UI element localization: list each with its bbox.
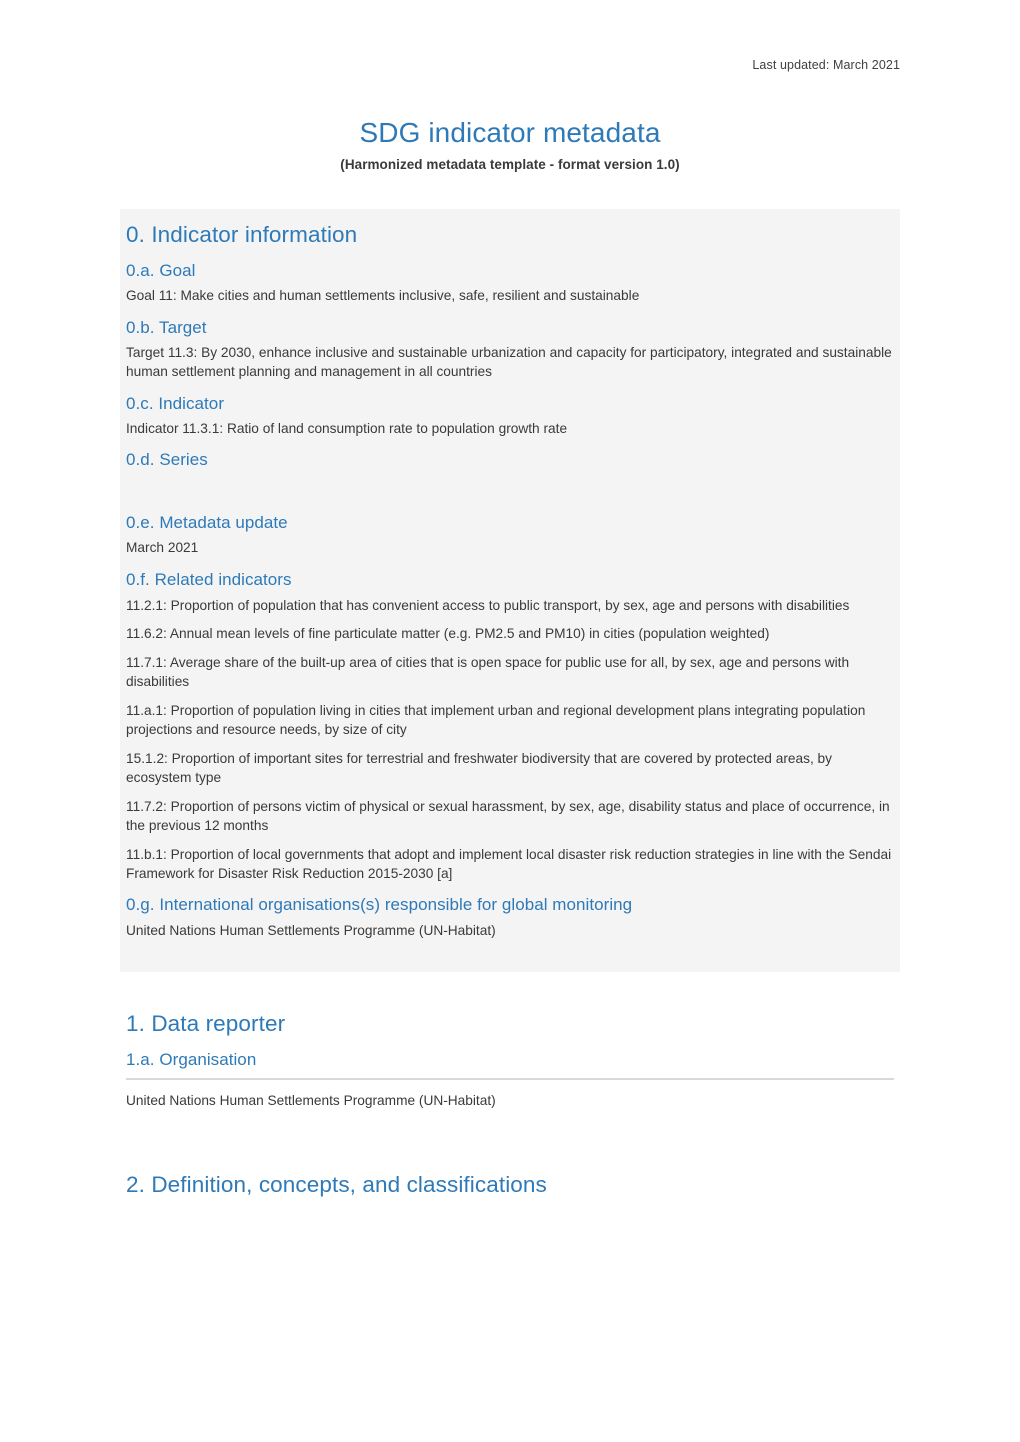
document-page: Last updated: March 2021 SDG indicator m…	[0, 0, 1020, 1442]
section-heading-indicator-information: 0. Indicator information	[126, 222, 358, 248]
metadata-update-text: March 2021	[126, 540, 199, 556]
subsection-heading-metadata-update: 0.e. Metadata update	[126, 513, 288, 533]
series-empty-value	[126, 475, 894, 501]
related-indicator-item: 11.6.2: Annual mean levels of fine parti…	[126, 626, 770, 642]
international-organisations-text: United Nations Human Settlements Program…	[126, 922, 496, 938]
related-indicator-item: 11.2.1: Proportion of population that ha…	[126, 597, 850, 613]
subsection-heading-goal: 0.a. Goal	[126, 261, 196, 281]
subsection-heading-series: 0.d. Series	[126, 450, 208, 470]
document-subtitle: (Harmonized metadata template - format v…	[340, 157, 680, 173]
organisation-text: United Nations Human Settlements Program…	[126, 1093, 496, 1109]
related-indicator-item: 11.a.1: Proportion of population living …	[126, 702, 866, 738]
subsection-heading-target: 0.b. Target	[126, 317, 207, 337]
related-indicator-item: 11.7.1: Average share of the built-up ar…	[126, 654, 850, 690]
related-indicator-item: 15.1.2: Proportion of important sites fo…	[126, 750, 833, 786]
goal-text: Goal 11: Make cities and human settlemen…	[126, 288, 640, 304]
organisation-divider	[126, 1078, 894, 1081]
section-heading-data-reporter: 1. Data reporter	[126, 1010, 286, 1036]
section-definition-concepts-classifications: 2. Definition, concepts, and classificat…	[120, 1171, 900, 1199]
subsection-heading-organisation: 1.a. Organisation	[126, 1050, 257, 1070]
section-gap-large	[120, 1117, 900, 1167]
subsection-heading-related-indicators: 0.f. Related indicators	[126, 569, 292, 589]
target-text: Target 11.3: By 2030, enhance inclusive …	[126, 344, 892, 380]
section-indicator-information: 0. Indicator information 0.a. Goal Goal …	[120, 209, 900, 972]
document-content-column: SDG indicator metadata (Harmonized metad…	[120, 0, 900, 1205]
related-indicator-item: 11.b.1: Proportion of local governments …	[126, 846, 892, 881]
section-heading-definition-concepts-classifications: 2. Definition, concepts, and classificat…	[126, 1171, 547, 1197]
document-title: SDG indicator metadata	[359, 117, 661, 148]
related-indicator-item: 11.7.2: Proportion of persons victim of …	[126, 798, 890, 834]
section-data-reporter: 1. Data reporter 1.a. Organisation Unite…	[120, 1010, 900, 1111]
subsection-heading-indicator: 0.c. Indicator	[126, 393, 225, 413]
indicator-text: Indicator 11.3.1: Ratio of land consumpt…	[126, 420, 568, 436]
document-title-block: SDG indicator metadata (Harmonized metad…	[120, 0, 900, 172]
subsection-heading-international-organisations: 0.g. International organisations(s) resp…	[126, 895, 633, 915]
